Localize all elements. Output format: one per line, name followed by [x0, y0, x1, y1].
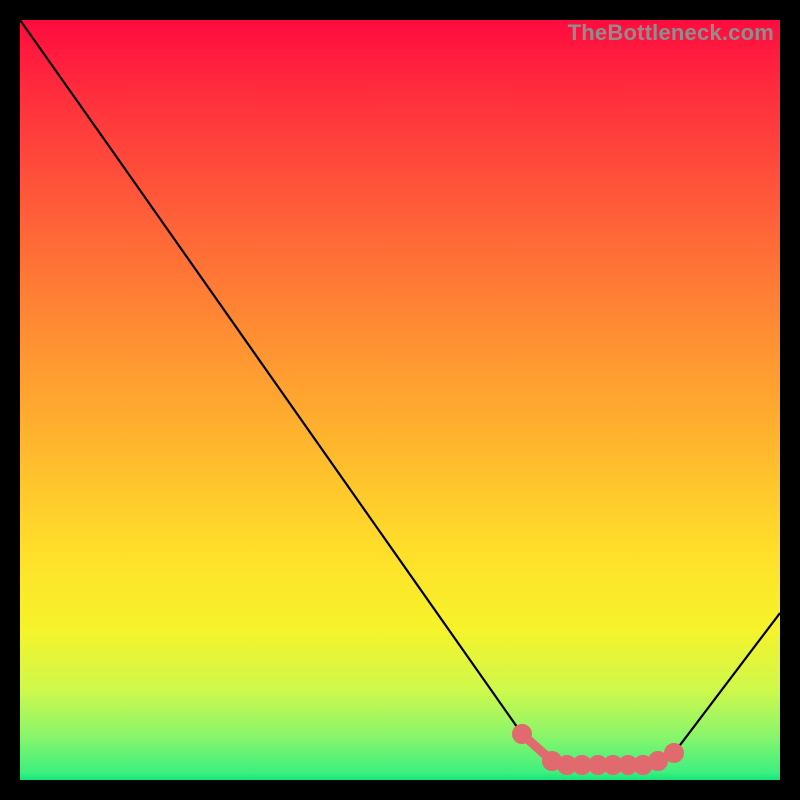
chart-frame: TheBottleneck.com: [0, 0, 800, 800]
highlight-group: [517, 729, 680, 771]
curve-layer: [20, 20, 780, 780]
bottleneck-curve: [20, 20, 780, 765]
plot-area: TheBottleneck.com: [20, 20, 780, 780]
